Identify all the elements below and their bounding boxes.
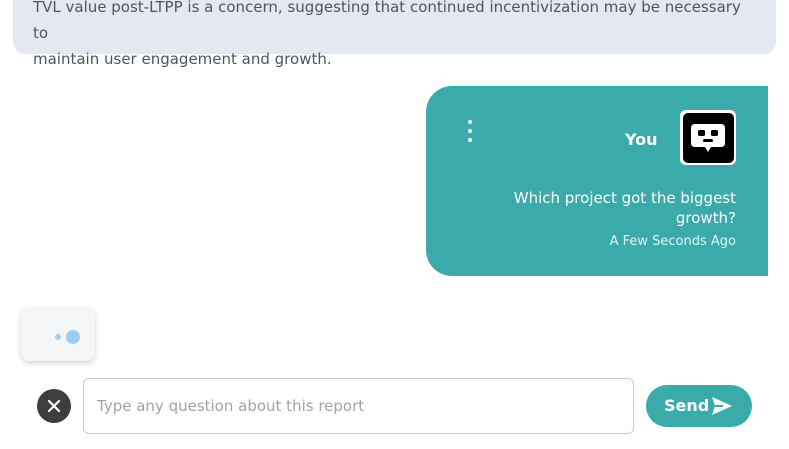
kebab-dot [468, 129, 472, 133]
message-sender: You [625, 130, 658, 149]
message-timestamp: A Few Seconds Ago [609, 234, 736, 249]
close-icon [47, 399, 61, 413]
close-button[interactable] [37, 389, 71, 423]
typing-indicator [21, 308, 95, 361]
question-input[interactable] [83, 378, 634, 434]
assistant-message-line-2: maintain user engagement and growth. [33, 50, 332, 68]
chat-page: TVL value post-LTPP is a concern, sugges… [0, 0, 789, 449]
send-arrow-icon [712, 397, 732, 415]
kebab-menu-icon[interactable] [464, 120, 476, 142]
typing-dot-icon [55, 334, 61, 340]
assistant-message: TVL value post-LTPP is a concern, sugges… [13, 0, 776, 68]
chat-bubble-icon [682, 112, 734, 163]
send-button[interactable]: Send [646, 385, 752, 427]
assistant-message-line-1: TVL value post-LTPP is a concern, sugges… [33, 0, 741, 42]
send-label: Send [664, 396, 710, 415]
kebab-dot [468, 120, 472, 124]
message-text: Which project got the biggest growth? [513, 189, 736, 227]
avatar [680, 110, 736, 165]
kebab-dot [468, 138, 472, 142]
typing-dot-icon [66, 330, 80, 344]
user-message: You Which project got the biggest growth… [426, 86, 768, 276]
